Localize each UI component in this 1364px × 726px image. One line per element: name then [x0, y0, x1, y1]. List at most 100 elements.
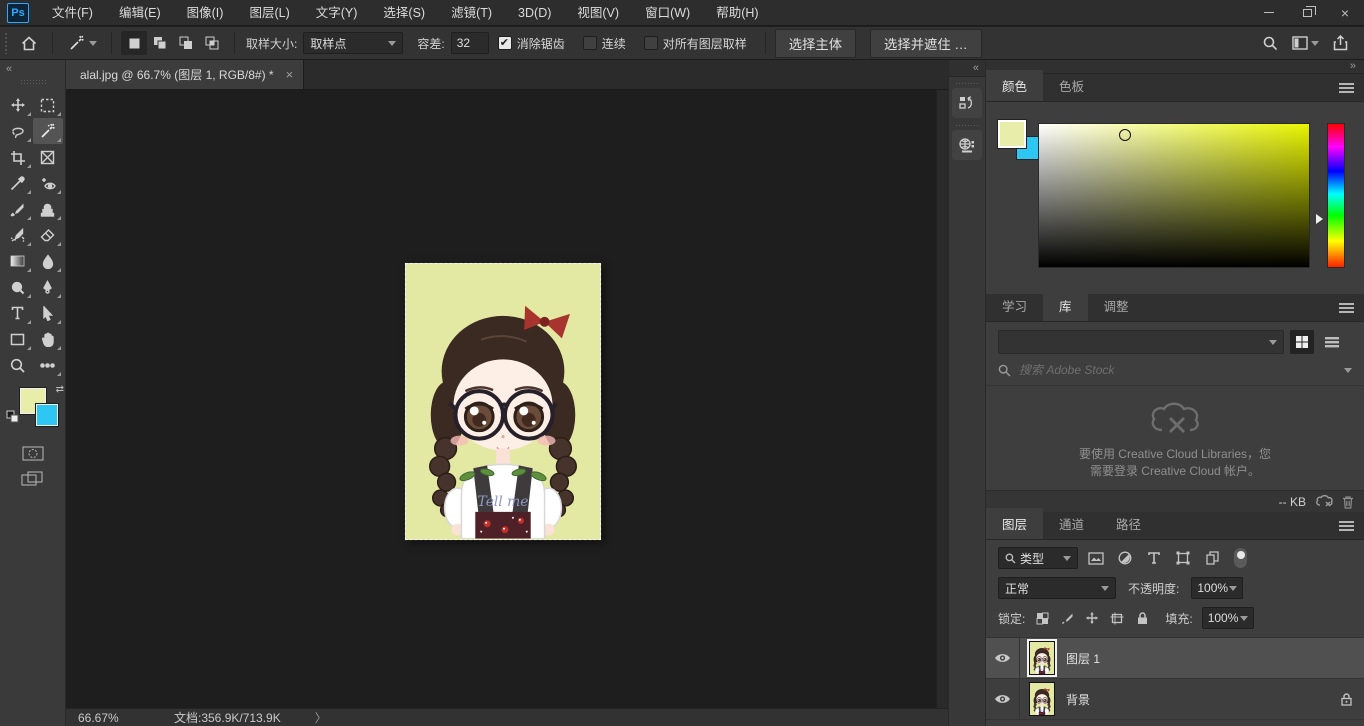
filter-toggle[interactable]	[1234, 548, 1247, 568]
layer-visibility-toggle[interactable]	[986, 679, 1020, 719]
close-button[interactable]: ×	[1326, 0, 1364, 26]
lock-pixels-icon[interactable]	[1059, 610, 1075, 626]
document-tab[interactable]: alal.jpg @ 66.7% (图层 1, RGB/8#) * ×	[66, 60, 304, 89]
tab-channels[interactable]: 通道	[1043, 508, 1100, 539]
select-and-mask-button[interactable]: 选择并遮住 …	[870, 29, 982, 58]
restore-button[interactable]	[1288, 0, 1326, 26]
document-canvas[interactable]	[405, 263, 601, 540]
layer-visibility-toggle[interactable]	[986, 638, 1020, 678]
menu-file[interactable]: 文件(F)	[39, 0, 106, 26]
tool-blur[interactable]	[33, 248, 63, 274]
workspace-switcher-button[interactable]	[1284, 30, 1326, 56]
share-button[interactable]	[1326, 30, 1354, 56]
lock-position-icon[interactable]	[1084, 610, 1100, 626]
tool-preset-button[interactable]	[62, 30, 102, 56]
library-select[interactable]	[998, 330, 1284, 354]
tab-learn[interactable]: 学习	[986, 290, 1043, 321]
menu-type[interactable]: 文字(Y)	[303, 0, 371, 26]
tab-adjustments[interactable]: 调整	[1088, 290, 1145, 321]
menu-view[interactable]: 视图(V)	[564, 0, 632, 26]
tolerance-input[interactable]	[451, 32, 489, 54]
tool-frame[interactable]	[33, 144, 63, 170]
blend-mode-select[interactable]: 正常	[998, 577, 1116, 599]
menu-image[interactable]: 图像(I)	[174, 0, 237, 26]
tool-rectangular-marquee[interactable]	[33, 92, 63, 118]
tab-paths[interactable]: 路径	[1100, 508, 1157, 539]
layer-thumbnail[interactable]	[1029, 641, 1055, 675]
canvas-scrollbar[interactable]	[936, 90, 948, 708]
menu-3d[interactable]: 3D(D)	[505, 0, 564, 26]
history-panel-button[interactable]	[952, 88, 982, 118]
hue-bar[interactable]	[1327, 123, 1345, 268]
tab-close-icon[interactable]: ×	[286, 67, 294, 82]
tool-type[interactable]	[3, 300, 33, 326]
grid-view-button[interactable]	[1290, 330, 1314, 354]
strip-expand-button[interactable]: «	[949, 60, 985, 77]
filter-adjustment-layers-icon[interactable]	[1114, 548, 1136, 568]
panel-menu-icon[interactable]	[1339, 521, 1354, 531]
layer-row-1[interactable]: 图层 1	[986, 638, 1364, 679]
menu-help[interactable]: 帮助(H)	[703, 0, 771, 26]
menu-edit[interactable]: 编辑(E)	[106, 0, 174, 26]
selection-mode-new[interactable]	[121, 31, 147, 55]
trash-icon[interactable]	[1342, 495, 1354, 509]
tool-magic-wand[interactable]	[33, 118, 63, 144]
tool-zoom[interactable]	[3, 352, 33, 378]
toolbar-collapse-button[interactable]: «	[0, 60, 65, 75]
fill-input[interactable]: 100%	[1202, 607, 1254, 629]
tool-lasso[interactable]	[3, 118, 33, 144]
default-colors-icon[interactable]	[6, 410, 20, 424]
layer-row-2[interactable]: 背景	[986, 679, 1364, 720]
filter-shape-layers-icon[interactable]	[1172, 548, 1194, 568]
tool-rectangle[interactable]	[3, 326, 33, 352]
foreground-color-chip[interactable]	[998, 120, 1026, 148]
anti-alias-checkbox[interactable]: 消除锯齿	[498, 35, 565, 52]
tool-path-select[interactable]	[33, 300, 63, 326]
sample-size-select[interactable]: 取样点	[303, 32, 403, 54]
menu-layer[interactable]: 图层(L)	[236, 0, 302, 26]
lock-artboard-icon[interactable]	[1109, 610, 1125, 626]
adobe-stock-search-input[interactable]	[1019, 363, 1299, 377]
menu-select[interactable]: 选择(S)	[370, 0, 438, 26]
contiguous-checkbox[interactable]: 连续	[583, 35, 626, 52]
tool-eyedropper[interactable]	[3, 170, 33, 196]
tab-swatches[interactable]: 色板	[1043, 70, 1100, 101]
hue-slider-arrow[interactable]	[1316, 214, 1323, 224]
layer-filter-select[interactable]: 类型	[998, 547, 1078, 569]
tool-eraser[interactable]	[33, 222, 63, 248]
filter-image-layers-icon[interactable]	[1085, 548, 1107, 568]
opacity-input[interactable]: 100%	[1191, 577, 1243, 599]
status-expander[interactable]: 〉	[315, 709, 327, 726]
panel-menu-icon[interactable]	[1339, 303, 1354, 313]
background-color-swatch[interactable]	[36, 404, 58, 426]
layer-name[interactable]: 背景	[1066, 691, 1090, 708]
selection-mode-intersect[interactable]	[199, 31, 225, 55]
tool-history-brush[interactable]	[3, 222, 33, 248]
sample-all-layers-checkbox[interactable]: 对所有图层取样	[644, 35, 747, 52]
search-button[interactable]	[1256, 30, 1284, 56]
layer-name[interactable]: 图层 1	[1066, 650, 1100, 667]
swap-colors-icon[interactable]: ⇄	[56, 384, 64, 395]
tab-libraries[interactable]: 库	[1043, 290, 1088, 321]
filter-type-layers-icon[interactable]	[1143, 548, 1165, 568]
tool-gradient[interactable]	[3, 248, 33, 274]
lock-all-icon[interactable]	[1134, 610, 1150, 626]
3d-panel-button[interactable]	[952, 130, 982, 160]
tool-clone-stamp[interactable]	[33, 196, 63, 222]
zoom-level[interactable]: 66.67%	[78, 711, 130, 725]
list-view-button[interactable]	[1320, 330, 1344, 354]
tool-pen[interactable]	[33, 274, 63, 300]
lock-transparency-icon[interactable]	[1034, 610, 1050, 626]
tool-move[interactable]	[3, 92, 33, 118]
tool-edit-toolbar[interactable]	[33, 352, 63, 378]
minimize-button[interactable]	[1250, 0, 1288, 26]
tool-hand[interactable]	[33, 326, 63, 352]
home-button[interactable]	[15, 30, 43, 56]
quick-mask-icon[interactable]	[22, 446, 44, 461]
filter-smart-objects-icon[interactable]	[1201, 548, 1223, 568]
color-field[interactable]	[1038, 123, 1310, 268]
tab-color[interactable]: 颜色	[986, 70, 1043, 101]
tool-brush[interactable]	[3, 196, 33, 222]
menu-window[interactable]: 窗口(W)	[632, 0, 703, 26]
tab-layers[interactable]: 图层	[986, 508, 1043, 539]
